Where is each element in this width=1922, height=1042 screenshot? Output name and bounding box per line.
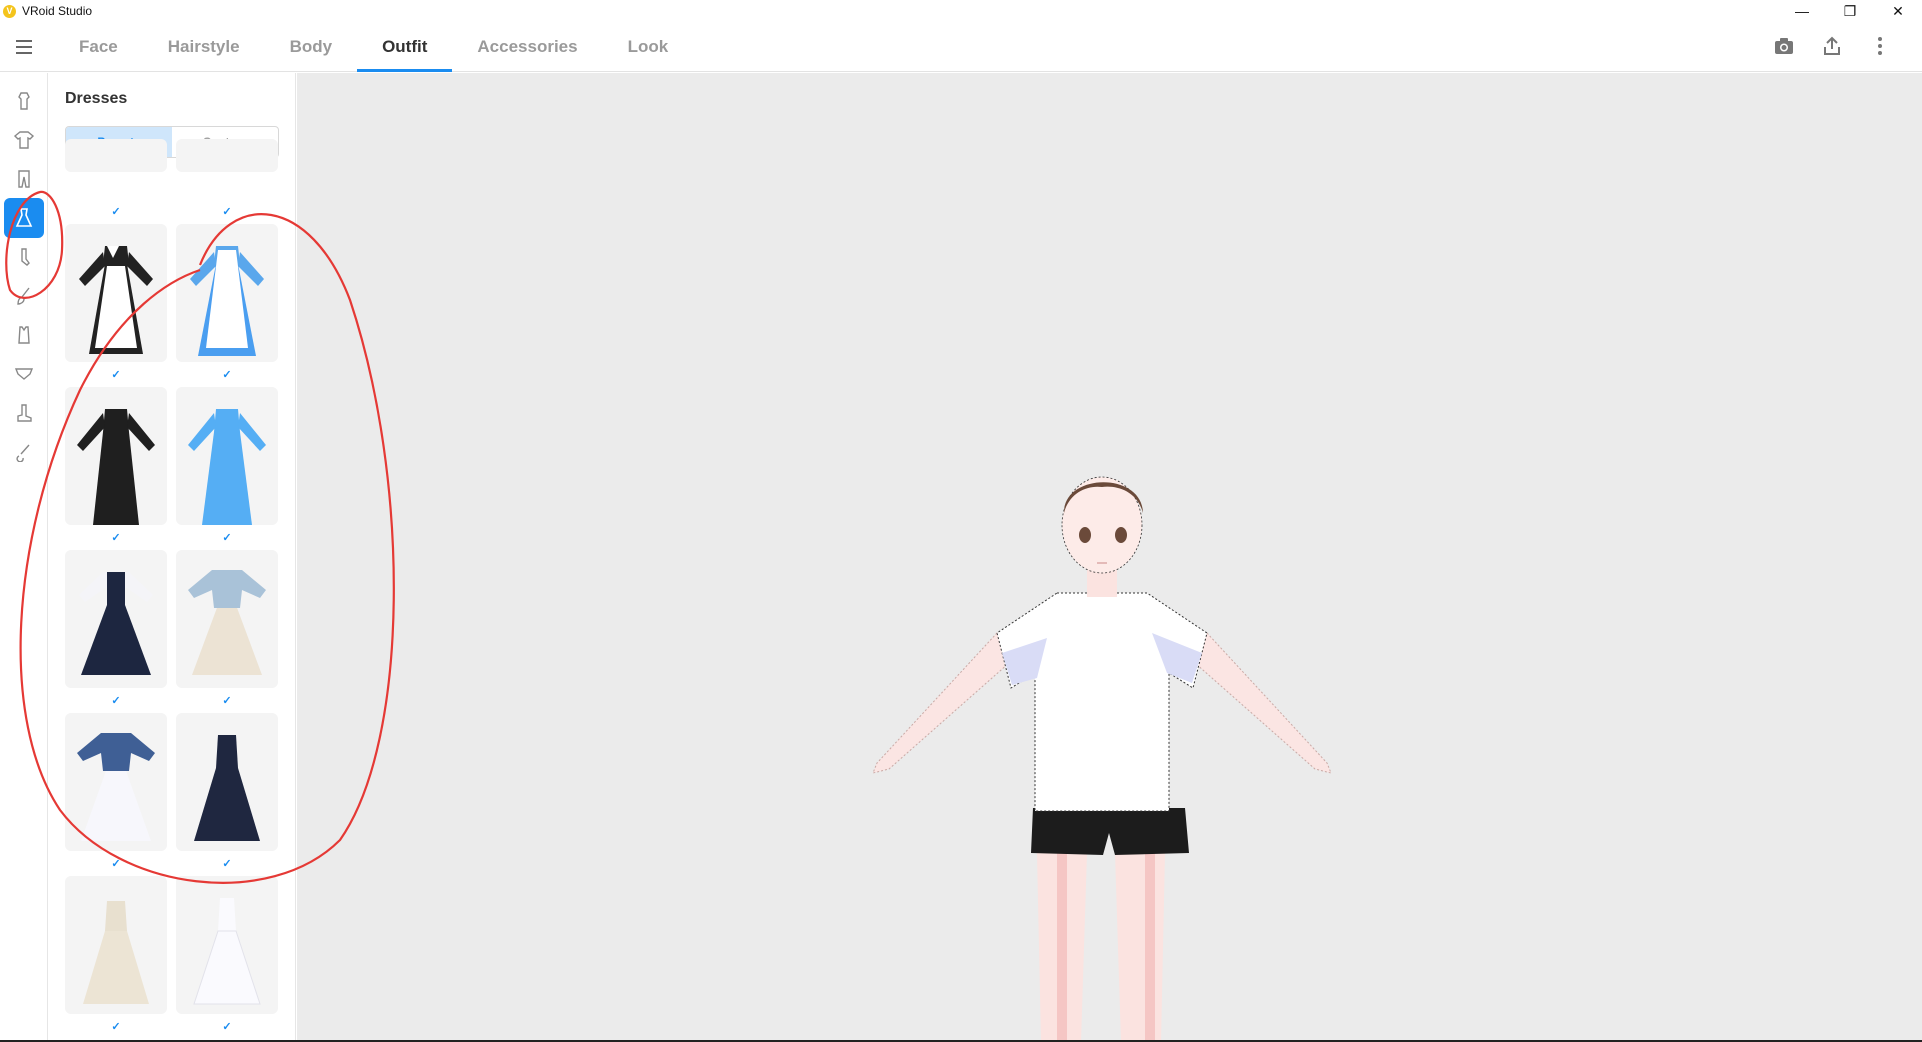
dress-preset-maid-blue[interactable] — [176, 224, 278, 362]
tab-face[interactable]: Face — [54, 22, 143, 72]
minimize-button[interactable]: — — [1778, 0, 1826, 22]
category-rail — [0, 73, 48, 1042]
selected-check-icon: ✓ — [222, 206, 232, 218]
rail-item-underwear[interactable] — [4, 354, 44, 394]
selected-check-icon: ✓ — [111, 206, 121, 218]
dress-preset-white[interactable] — [176, 876, 278, 1014]
title-bar: V VRoid Studio — ❐ ✕ — [0, 0, 1922, 22]
rail-item-legwear[interactable] — [4, 237, 44, 277]
dress-preset-navy-white-collar[interactable] — [65, 550, 167, 688]
dress-preset-long-blue[interactable] — [176, 387, 278, 525]
shoes-icon — [17, 404, 32, 422]
dress-preset-cream-denim[interactable] — [176, 550, 278, 688]
selected-check-icon: ✓ — [111, 1021, 121, 1033]
selected-check-icon: ✓ — [222, 369, 232, 381]
dresses-panel: Dresses Presets Custom ✓ ✓ ✓ ✓ — [49, 73, 296, 1042]
restore-button[interactable]: ❐ — [1826, 0, 1874, 22]
selected-check-icon: ✓ — [222, 695, 232, 707]
dress-preset-cream[interactable] — [65, 876, 167, 1014]
tab-look[interactable]: Look — [603, 22, 694, 72]
rail-item-shoes[interactable] — [4, 393, 44, 433]
legwear-icon — [21, 248, 30, 266]
dress-preset-maid-black[interactable] — [65, 224, 167, 362]
close-button[interactable]: ✕ — [1874, 0, 1922, 22]
avatar-model — [872, 476, 1332, 1042]
tops-icon — [18, 92, 30, 110]
selected-check-icon: ✓ — [111, 532, 121, 544]
tab-outfit[interactable]: Outfit — [357, 22, 453, 72]
header: Face Hairstyle Body Outfit Accessories L… — [0, 22, 1922, 72]
tshirt-icon — [13, 131, 35, 149]
dress-preset-navy-sleeveless[interactable] — [176, 713, 278, 851]
rail-item-onepiece[interactable] — [4, 315, 44, 355]
app-logo-icon: V — [3, 4, 16, 18]
selected-check-icon: ✓ — [111, 695, 121, 707]
dress-preset-long-black[interactable] — [65, 387, 167, 525]
hamburger-menu-icon[interactable] — [16, 36, 38, 58]
onepiece-icon — [18, 326, 30, 344]
selected-check-icon: ✓ — [222, 1021, 232, 1033]
rail-item-tshirt[interactable] — [4, 120, 44, 160]
tab-body[interactable]: Body — [265, 22, 358, 72]
dress-icon — [15, 208, 33, 227]
selected-check-icon: ✓ — [111, 369, 121, 381]
header-actions — [1772, 34, 1892, 58]
rail-item-dresses[interactable] — [4, 198, 44, 238]
window-controls: — ❐ ✕ — [1778, 0, 1922, 22]
main-tabs: Face Hairstyle Body Outfit Accessories L… — [54, 22, 693, 72]
bottoms-icon — [18, 170, 30, 188]
selected-check-icon: ✓ — [222, 532, 232, 544]
app-title: VRoid Studio — [22, 4, 93, 18]
3d-viewport[interactable] — [297, 73, 1922, 1042]
export-icon[interactable] — [1820, 34, 1844, 58]
tab-accessories[interactable]: Accessories — [452, 22, 602, 72]
selected-check-icon: ✓ — [222, 858, 232, 870]
dress-preset-white-denim[interactable] — [65, 713, 167, 851]
more-vert-icon[interactable] — [1868, 34, 1892, 58]
panel-title: Dresses — [65, 90, 128, 107]
dress-thumb-partial[interactable] — [65, 139, 167, 172]
underwear-icon — [14, 368, 34, 380]
selected-check-icon: ✓ — [111, 858, 121, 870]
camera-icon[interactable] — [1772, 34, 1796, 58]
rail-item-accessory[interactable] — [4, 432, 44, 472]
rail-item-bottoms[interactable] — [4, 159, 44, 199]
brush-icon — [17, 287, 30, 305]
tab-hairstyle[interactable]: Hairstyle — [143, 22, 265, 72]
dress-thumb-partial[interactable] — [176, 139, 278, 172]
accessory-icon — [16, 444, 30, 462]
rail-item-brush[interactable] — [4, 276, 44, 316]
rail-item-tops[interactable] — [4, 81, 44, 121]
